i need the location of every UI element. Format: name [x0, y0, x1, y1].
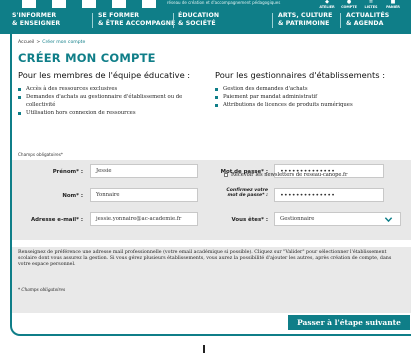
required-footnote: * Champs obligatoires [18, 287, 66, 292]
educational-team-title: Pour les membres de l'équipe éducative : [18, 70, 191, 80]
last-name-label: Nom* : [62, 193, 83, 199]
last-name-input[interactable]: Yonnaire [90, 188, 198, 202]
educational-team-benefits: Accès à des ressources exclusives Demand… [18, 85, 208, 117]
info-panel: Renseignez de préférence une adresse mai… [12, 247, 411, 313]
next-step-button[interactable]: Passer à l'étape suivante [288, 315, 410, 330]
confirm-password-label: Confirmez votre mot de passe* : [226, 188, 268, 198]
required-fields-note: Champs obligatoires* [18, 152, 64, 157]
nav-divider [340, 13, 341, 28]
brand-row: réseau de création et d'accompagnement p… [0, 0, 411, 9]
nav-divider [272, 13, 273, 28]
utility-listes[interactable]: ≡ LISTES [362, 0, 380, 9]
newsletter-label: Recevoir les newsletters de reseau-canop… [231, 172, 348, 178]
bullet-icon [18, 111, 21, 115]
nav-item-former[interactable]: SE FORMER & ÊTRE ACCOMPAGNÉ [98, 12, 175, 27]
role-label: Vous êtes* : [231, 217, 268, 223]
nav-item-education[interactable]: ÉDUCATION & SOCIÉTÉ [178, 12, 219, 27]
bullet-icon [18, 95, 21, 99]
first-name-label: Prénom* : [52, 169, 83, 175]
list-item: Demandes d'achats au gestionnaire d'étab… [18, 93, 208, 101]
email-label: Adresse e-mail* : [31, 217, 83, 223]
logo-letter-box [82, 0, 96, 8]
managers-title: Pour les gestionnaires d'établissements … [215, 70, 386, 80]
list-item: Gestion des demandes d'achats [215, 85, 405, 93]
list-item: Paiement par mandat administratif [215, 93, 405, 101]
role-select[interactable]: Gestionnaire [274, 212, 401, 226]
newsletter-option: Recevoir les newsletters de reseau-canop… [224, 172, 347, 178]
nav-divider [92, 13, 93, 28]
logo-letter-box [142, 0, 156, 8]
list-item: Accès à des ressources exclusives [18, 85, 208, 93]
bullet-icon [18, 87, 21, 91]
managers-benefits: Gestion des demandes d'achats Paiement p… [215, 85, 405, 109]
breadcrumb-home[interactable]: Accueil [18, 40, 34, 45]
bullet-icon [215, 87, 218, 91]
first-name-input[interactable]: Jessie [90, 164, 198, 178]
logo-letter-box [22, 0, 36, 8]
email-input[interactable]: jessie.yonnaire@ac-academie.fr [90, 212, 198, 226]
nav-item-actualites[interactable]: ACTUALITÉS & AGENDA [346, 12, 389, 27]
account-form-card: Accueil > Créer mon compte CRÉER MON COMPT… [10, 34, 411, 336]
bullet-icon [215, 95, 218, 99]
top-header: réseau de création et d'accompagnement p… [0, 0, 411, 34]
breadcrumb: Accueil > Créer mon compte [18, 40, 85, 45]
tagline: réseau de création et d'accompagnement p… [167, 0, 281, 5]
newsletter-checkbox[interactable] [224, 172, 228, 177]
role-selected-value: Gestionnaire [280, 216, 315, 222]
list-item: Utilisation hors connexion de ressources [18, 109, 208, 117]
confirm-password-input[interactable]: •••••••••••••• [274, 188, 384, 202]
logo-letter-box [52, 0, 66, 8]
utility-panier[interactable]: ■ PANIER [384, 0, 402, 9]
cursor-mark [203, 345, 205, 353]
list-item: Attributions de licences de produits num… [215, 101, 405, 109]
main-nav: S'INFORMER & ENSEIGNER SE FORMER & ÊTRE … [12, 9, 411, 33]
chevron-down-icon [384, 217, 393, 223]
utility-compte[interactable]: ● COMPTE [340, 0, 358, 9]
info-text: Renseignez de préférence une adresse mai… [18, 250, 392, 267]
page-title: CRÉER MON COMPTE [18, 51, 156, 65]
logo-letter-box [112, 0, 126, 8]
bullet-icon [215, 103, 218, 107]
breadcrumb-current: Créer mon compte [42, 40, 86, 45]
nav-divider [173, 13, 174, 28]
breadcrumb-separator: > [36, 40, 41, 45]
list-item-continued: collectivité [26, 102, 56, 108]
nav-item-informer[interactable]: S'INFORMER & ENSEIGNER [12, 12, 60, 27]
utility-atelier[interactable]: ◆ ATELIER [318, 0, 336, 9]
nav-item-arts[interactable]: ARTS, CULTURE & PATRIMOINE [278, 12, 332, 27]
